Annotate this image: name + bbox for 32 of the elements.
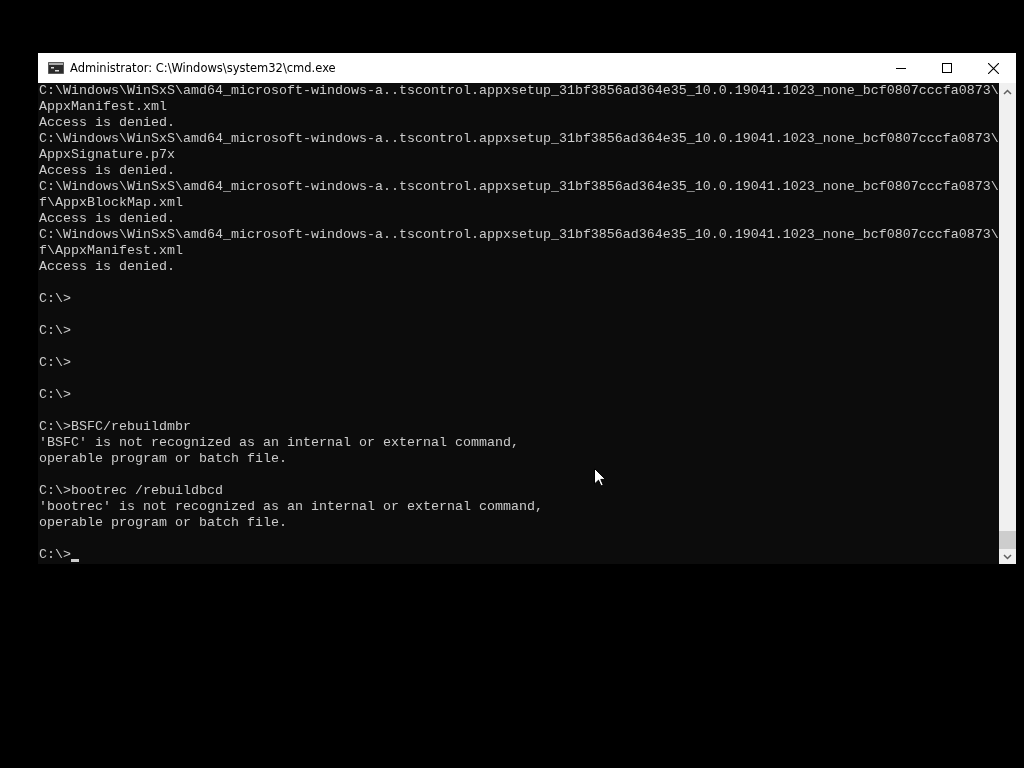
scrollbar[interactable]	[999, 83, 1016, 564]
scroll-up-icon[interactable]	[1003, 89, 1012, 95]
console-line: C:\>	[39, 355, 71, 371]
console-line: C:\>	[39, 547, 71, 563]
window-title: Administrator: C:\Windows\system32\cmd.exe	[70, 61, 336, 75]
console-line: f\AppxBlockMap.xml	[39, 195, 183, 211]
console-line: C:\>bootrec /rebuildbcd	[39, 483, 223, 499]
console-line: C:\>	[39, 291, 71, 307]
console-line: C:\>BSFC/rebuildmbr	[39, 419, 191, 435]
console-line: AppxSignature.p7x	[39, 147, 175, 163]
console-line: C:\>	[39, 323, 71, 339]
console-line: Access is denied.	[39, 211, 175, 227]
console-line: Access is denied.	[39, 259, 175, 275]
console-icon	[48, 62, 64, 74]
scrollbar-thumb[interactable]	[999, 531, 1016, 549]
console-line: C:\Windows\WinSxS\amd64_microsoft-windows-a..tscontrol.appxsetup_31bf3856ad364e35_10.0.19041.1023_none_bcf0807cccfa0873\	[39, 179, 999, 195]
console-line: AppxManifest.xml	[39, 99, 167, 115]
console-line: Access is denied.	[39, 115, 175, 131]
console-line: C:\Windows\WinSxS\amd64_microsoft-windows-a..tscontrol.appxsetup_31bf3856ad364e35_10.0.19041.1023_none_bcf0807cccfa0873\	[39, 131, 999, 147]
console-line: Access is denied.	[39, 163, 175, 179]
maximize-icon	[942, 63, 952, 73]
console-line: operable program or batch file.	[39, 515, 287, 531]
console-line: 'BSFC' is not recognized as an internal or external command,	[39, 435, 519, 451]
scroll-down-icon[interactable]	[1003, 554, 1012, 560]
console-line: 'bootrec' is not recognized as an internal or external command,	[39, 499, 543, 515]
console-line: f\AppxManifest.xml	[39, 243, 183, 259]
mouse-pointer-icon	[594, 468, 606, 487]
console-line: operable program or batch file.	[39, 451, 287, 467]
console-line: C:\Windows\WinSxS\amd64_microsoft-windows-a..tscontrol.appxsetup_31bf3856ad364e35_10.0.19041.1023_none_bcf0807cccfa0873\	[39, 83, 999, 99]
console-line: C:\>	[39, 387, 71, 403]
close-icon	[987, 62, 999, 74]
console-line: C:\Windows\WinSxS\amd64_microsoft-windows-a..tscontrol.appxsetup_31bf3856ad364e35_10.0.19041.1023_none_bcf0807cccfa0873\	[39, 227, 999, 243]
